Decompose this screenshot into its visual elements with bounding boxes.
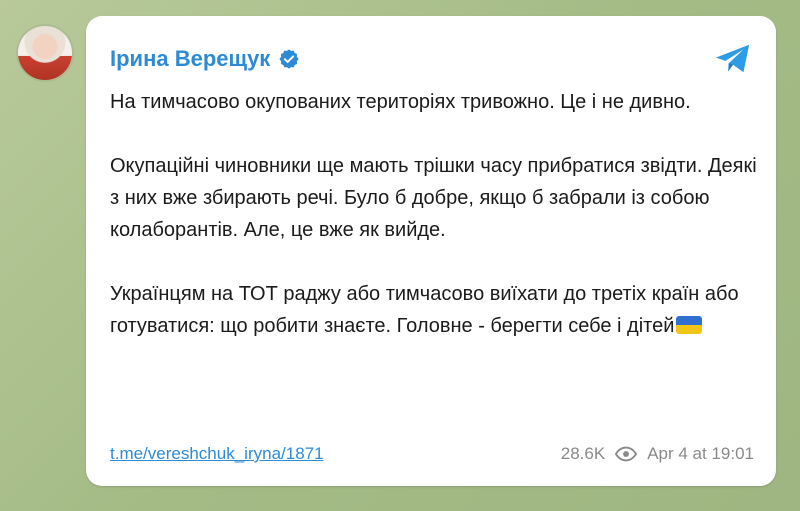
author-name[interactable]: Ірина Верещук	[110, 46, 270, 72]
post-link[interactable]: t.me/vereshchuk_iryna/1871	[110, 444, 324, 464]
post-date: Apr 4 at 19:01	[647, 444, 754, 463]
ukraine-flag-emoji	[676, 316, 703, 334]
message-footer: t.me/vereshchuk_iryna/1871 28.6K Apr 4 a…	[110, 442, 754, 466]
views-count: 28.6K	[560, 444, 606, 463]
telegram-plane-icon[interactable]	[714, 42, 752, 76]
avatar[interactable]	[18, 26, 72, 80]
message-text: На тимчасово окупованих територіях триво…	[110, 86, 760, 374]
verified-check-icon	[279, 49, 299, 69]
paragraph: На тимчасово окупованих територіях триво…	[110, 91, 691, 113]
eye-icon	[615, 446, 638, 462]
paragraph-text: Українцям на ТОТ раджу або тимчасово виї…	[110, 283, 739, 337]
message-card: Ірина Верещук На тимчасово окупованих те…	[86, 16, 776, 486]
paragraph: Окупаційні чиновники ще мають трішки час…	[110, 155, 757, 241]
message-header: Ірина Верещук	[110, 46, 300, 72]
message-meta: 28.6K Apr 4 at 19:01	[561, 444, 754, 464]
paragraph: Українцям на ТОТ раджу або тимчасово виї…	[110, 278, 760, 342]
